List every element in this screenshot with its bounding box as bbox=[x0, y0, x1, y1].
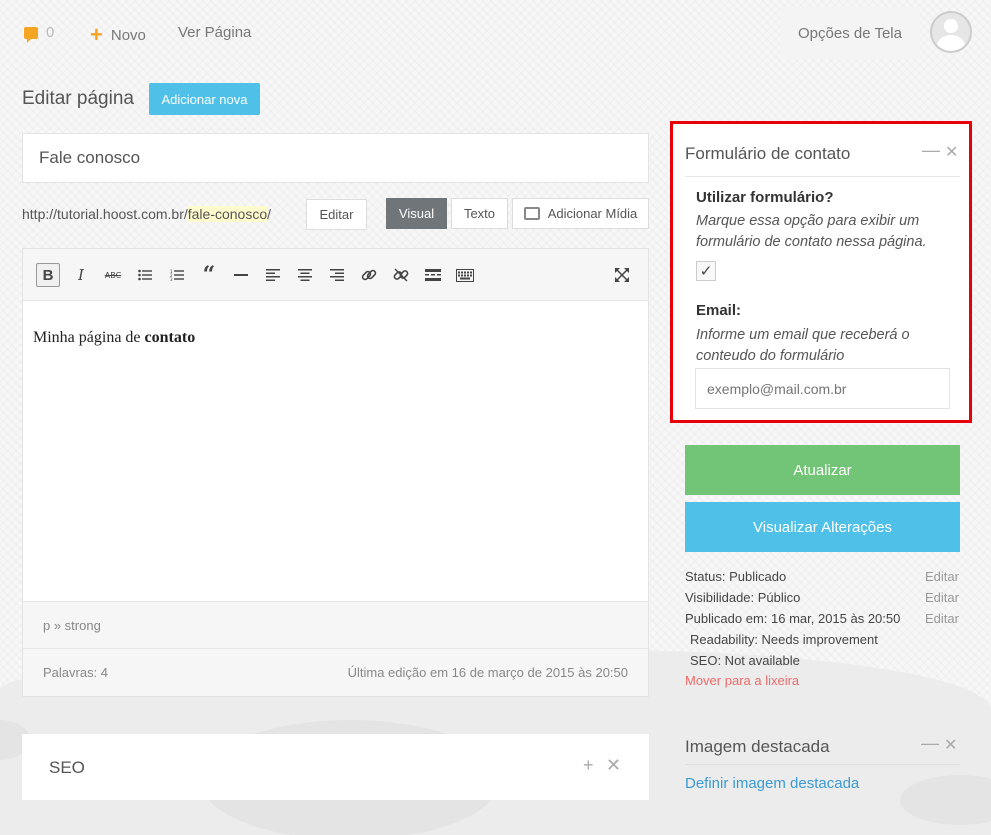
edit-visibility-link[interactable]: Editar bbox=[925, 590, 959, 605]
new-label: Novo bbox=[110, 26, 146, 44]
editor-content[interactable]: Minha página de contato bbox=[33, 329, 195, 347]
tab-text[interactable]: Texto bbox=[451, 198, 508, 229]
set-featured-image-link[interactable]: Definir imagem destacada bbox=[685, 775, 859, 792]
published-date-row: Publicado em: 16 mar, 2015 às 20:50 bbox=[685, 611, 901, 626]
minimize-icon[interactable]: — bbox=[921, 733, 939, 754]
seo-status-row: SEO: Not available bbox=[690, 653, 800, 668]
align-left-icon[interactable] bbox=[261, 263, 285, 287]
move-to-trash-link[interactable]: Mover para a lixeira bbox=[685, 673, 799, 688]
featured-image-title: Imagem destacada bbox=[685, 737, 830, 756]
element-path: p » strong bbox=[23, 601, 648, 649]
bold-icon[interactable]: B bbox=[36, 263, 60, 287]
align-center-icon[interactable] bbox=[293, 263, 317, 287]
editor-status-bar: Palavras: 4 Última edição em 16 de março… bbox=[23, 649, 648, 696]
keyboard-icon[interactable] bbox=[453, 263, 477, 287]
permalink: http://tutorial.hoost.com.br/fale-conosc… bbox=[22, 206, 271, 222]
status-row: Status: Publicado bbox=[685, 569, 787, 584]
edit-status-link[interactable]: Editar bbox=[925, 569, 959, 584]
comment-count: 0 bbox=[46, 24, 55, 41]
comments-link[interactable]: 0 bbox=[24, 24, 55, 43]
permalink-slug[interactable]: fale-conosco bbox=[187, 206, 268, 222]
seo-box: SEO + ✕ bbox=[22, 734, 649, 800]
page-title: Editar página bbox=[22, 88, 134, 109]
view-page-link[interactable]: Ver Página bbox=[178, 24, 251, 41]
avatar[interactable] bbox=[930, 11, 972, 53]
read-more-icon[interactable] bbox=[421, 263, 445, 287]
editor-toolbar: B I ABC 123 “ bbox=[23, 249, 648, 301]
close-icon[interactable]: ✕ bbox=[944, 735, 957, 755]
divider bbox=[685, 764, 960, 765]
use-form-help: Marque essa opção para exibir um formulá… bbox=[696, 213, 927, 250]
add-new-button[interactable]: Adicionar nova bbox=[149, 83, 260, 115]
unlink-icon[interactable] bbox=[389, 263, 413, 287]
edit-date-link[interactable]: Editar bbox=[925, 611, 959, 626]
link-icon[interactable] bbox=[357, 263, 381, 287]
email-help: Informe um email que receberá o conteudo… bbox=[696, 327, 910, 364]
content-bold-text: contato bbox=[144, 329, 196, 346]
bullet-list-icon[interactable] bbox=[133, 263, 157, 287]
comment-icon bbox=[24, 26, 38, 43]
word-count: Palavras: 4 bbox=[43, 665, 109, 680]
horizontal-rule-icon[interactable] bbox=[229, 263, 253, 287]
seo-box-title: SEO bbox=[49, 758, 85, 777]
update-button[interactable]: Atualizar bbox=[685, 445, 960, 495]
tab-visual[interactable]: Visual bbox=[386, 198, 447, 229]
svg-text:3: 3 bbox=[170, 277, 173, 281]
contact-form-box: Formulário de contato — ✕ Utilizar formu… bbox=[670, 121, 972, 423]
add-media-label: Adicionar Mídia bbox=[547, 206, 638, 221]
align-right-icon[interactable] bbox=[325, 263, 349, 287]
divider bbox=[685, 176, 960, 177]
email-label: Email: bbox=[696, 302, 742, 319]
contact-form-title: Formulário de contato bbox=[685, 144, 851, 163]
last-edit: Última edição em 16 de março de 2015 às … bbox=[347, 665, 628, 680]
preview-changes-button[interactable]: Visualizar Alterações bbox=[685, 502, 960, 552]
italic-icon[interactable]: I bbox=[69, 263, 93, 287]
screen-options-button[interactable]: Opções de Tela bbox=[780, 8, 920, 58]
email-field[interactable] bbox=[695, 368, 950, 409]
new-link[interactable]: + Novo bbox=[90, 24, 146, 46]
checkmark-icon: ✓ bbox=[699, 263, 713, 280]
post-title-input[interactable]: Fale conosco bbox=[22, 133, 649, 183]
blockquote-icon[interactable]: “ bbox=[197, 262, 221, 288]
avatar-body-shape bbox=[937, 35, 965, 51]
close-icon[interactable]: ✕ bbox=[606, 755, 621, 776]
fullscreen-icon[interactable] bbox=[610, 263, 634, 287]
avatar-head-shape bbox=[944, 19, 958, 33]
edit-permalink-button[interactable]: Editar bbox=[306, 199, 367, 230]
media-icon bbox=[523, 207, 540, 220]
content-text: Minha página de bbox=[33, 329, 145, 346]
permalink-end: / bbox=[267, 206, 272, 222]
use-form-label: Utilizar formulário? bbox=[696, 189, 834, 206]
minimize-icon[interactable]: — bbox=[922, 140, 940, 161]
add-media-button[interactable]: Adicionar Mídia bbox=[512, 198, 649, 229]
use-form-checkbox[interactable]: ✓ bbox=[696, 261, 716, 281]
close-icon[interactable]: ✕ bbox=[945, 142, 958, 162]
plus-icon: + bbox=[90, 22, 103, 47]
visibility-row: Visibilidade: Público bbox=[685, 590, 801, 605]
numbered-list-icon[interactable]: 123 bbox=[165, 263, 189, 287]
content-editor: B I ABC 123 “ Minha página de contato p … bbox=[22, 248, 649, 697]
permalink-base: http://tutorial.hoost.com.br/ bbox=[22, 206, 188, 222]
readability-row: Readability: Needs improvement bbox=[690, 632, 878, 647]
strikethrough-icon[interactable]: ABC bbox=[101, 263, 125, 287]
expand-icon[interactable]: + bbox=[583, 755, 594, 776]
